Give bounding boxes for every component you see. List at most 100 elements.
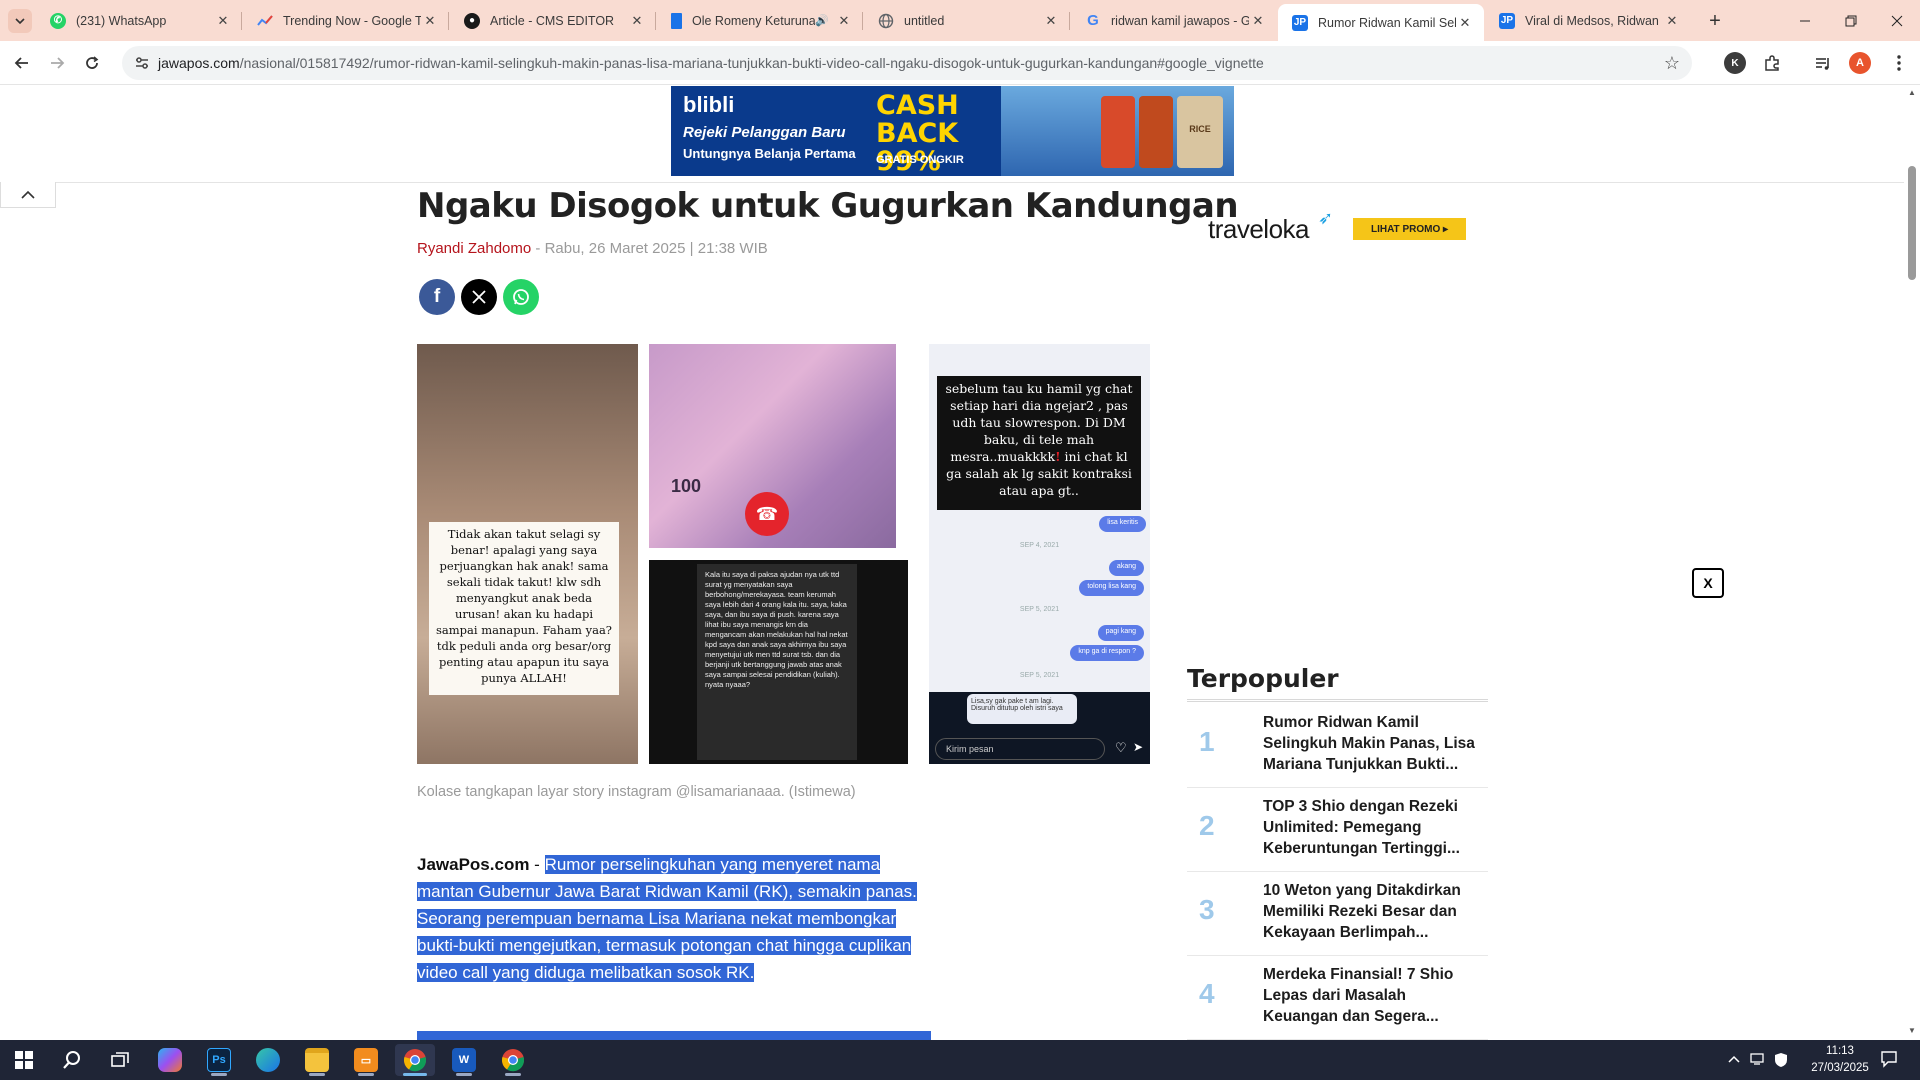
search-button[interactable] [52, 1044, 92, 1076]
tab-google-search[interactable]: G ridwan kamil jawapos - Google Search ✕ [1071, 4, 1277, 37]
traveloka-ad[interactable]: traveloka ➶ LIHAT PROMO ▸ [1185, 206, 1485, 246]
edge-icon [256, 1048, 280, 1072]
extension-k-icon[interactable]: K [1724, 52, 1746, 74]
ad-brand: blibli [683, 92, 735, 117]
word-button[interactable]: W [444, 1044, 484, 1076]
more-menu-icon[interactable] [1888, 52, 1910, 74]
page-scrollbar[interactable]: ▲ ▼ [1904, 86, 1920, 1040]
chat-bubble: tolong lisa kang [1079, 580, 1144, 596]
close-tab-icon[interactable]: ✕ [1042, 13, 1060, 29]
notifications-icon[interactable] [1880, 1050, 1898, 1071]
popular-rank: 4 [1199, 978, 1215, 1009]
google-icon: G [1087, 12, 1099, 29]
media-control-icon[interactable] [1812, 52, 1834, 74]
chat-date: SEP 5, 2021 [1019, 672, 1060, 679]
chat-bubble: pagi kang [1097, 625, 1144, 641]
speaker-icon[interactable]: 🔊 [815, 14, 829, 27]
ad-line2: Untungnya Belanja Pertama [683, 146, 856, 161]
back-button[interactable] [10, 51, 34, 75]
popular-title-link[interactable]: Merdeka Finansial! 7 Shio Lepas dari Mas… [1263, 964, 1479, 1027]
cms-icon: ● [464, 12, 480, 29]
tab-search-button[interactable] [8, 9, 32, 33]
dash: - [529, 855, 545, 874]
chat-date: SEP 4, 2021 [1019, 542, 1060, 549]
forward-button[interactable] [45, 51, 69, 75]
popular-item[interactable]: 3 10 Weton yang Ditakdirkan Memiliki Rez… [1187, 872, 1488, 956]
popular-rank: 1 [1199, 726, 1215, 757]
start-button[interactable] [4, 1044, 44, 1076]
ad-product-box [1139, 96, 1173, 168]
site-info-icon[interactable] [134, 55, 150, 71]
send-icon: ➤ [1133, 740, 1144, 754]
tray-overflow-icon[interactable] [1728, 1052, 1740, 1067]
send-message-field: Kirim pesan [935, 738, 1105, 760]
new-tab-button[interactable]: + [1702, 8, 1728, 34]
ad-line1: Rejeki Pelanggan Baru [683, 124, 846, 141]
photoshop-button[interactable]: Ps [199, 1044, 239, 1076]
scroll-down-icon[interactable]: ▼ [1908, 1026, 1916, 1035]
scroll-up-icon[interactable]: ▲ [1908, 88, 1916, 97]
tab-viral-medsos[interactable]: JP Viral di Medsos, Ridwan Kamil ✕ [1485, 4, 1691, 37]
trends-icon [257, 13, 273, 29]
system-clock[interactable]: 11:13 27/03/2025 [1800, 1043, 1880, 1077]
task-view-button[interactable] [100, 1044, 140, 1076]
close-tab-icon[interactable]: ✕ [1249, 13, 1267, 29]
edge-button[interactable] [248, 1044, 288, 1076]
popular-item[interactable]: 2 TOP 3 Shio dengan Rezeki Unlimited: Pe… [1187, 788, 1488, 872]
popular-item[interactable]: 4 Merdeka Finansial! 7 Shio Lepas dari M… [1187, 956, 1488, 1040]
source-brand: JawaPos.com [417, 855, 530, 874]
url-text[interactable]: jawapos.com/nasional/015817492/rumor-rid… [158, 55, 1264, 71]
bookmark-star-icon[interactable]: ☆ [1664, 53, 1680, 74]
selected-text[interactable]: Rumor perselingkuhan yang menyeret nama … [417, 855, 917, 982]
lihat-promo-button[interactable]: LIHAT PROMO ▸ [1353, 218, 1466, 240]
tab-cms-editor[interactable]: ● Article - CMS EDITOR ✕ [450, 4, 656, 37]
close-ad-button[interactable]: X [1692, 568, 1724, 598]
collage-chat-panel: sebelum tau ku hamil yg chat setiap hari… [929, 344, 1150, 764]
chrome-button[interactable] [395, 1044, 435, 1076]
close-tab-icon[interactable]: ✕ [214, 13, 232, 29]
tab-rumor-ridwan-kamil[interactable]: JP Rumor Ridwan Kamil Selingkuh ✕ [1278, 4, 1484, 41]
author-link[interactable]: Ryandi Zahdomo [417, 240, 531, 257]
reload-button[interactable] [80, 51, 104, 75]
slides-app-button[interactable]: ▭ [346, 1044, 386, 1076]
collage-chat-caption: sebelum tau ku hamil yg chat setiap hari… [937, 376, 1141, 510]
bird-icon: ➶ [1318, 208, 1334, 228]
profile-avatar[interactable]: A [1849, 52, 1871, 74]
tab-whatsapp[interactable]: ✆ (231) WhatsApp ✕ [36, 4, 242, 37]
chrome-profile-button[interactable] [493, 1044, 533, 1076]
popular-title-link[interactable]: Rumor Ridwan Kamil Selingkuh Makin Panas… [1263, 712, 1479, 775]
extensions-puzzle-icon[interactable] [1761, 52, 1783, 74]
back-arrow-icon [14, 57, 28, 69]
share-whatsapp-button[interactable] [503, 279, 539, 315]
collapse-header-button[interactable] [0, 182, 56, 208]
close-tab-icon[interactable]: ✕ [628, 13, 646, 29]
copilot-button[interactable] [150, 1044, 190, 1076]
network-icon[interactable] [1750, 1052, 1766, 1069]
file-explorer-button[interactable] [297, 1044, 337, 1076]
popular-title-link[interactable]: TOP 3 Shio dengan Rezeki Unlimited: Peme… [1263, 796, 1479, 859]
close-tab-icon[interactable]: ✕ [1663, 13, 1681, 29]
close-window-button[interactable] [1874, 0, 1920, 41]
presentation-icon: ▭ [354, 1048, 378, 1072]
close-tab-icon[interactable]: ✕ [421, 13, 439, 29]
popular-item[interactable]: 1 Rumor Ridwan Kamil Selingkuh Makin Pan… [1187, 704, 1488, 788]
minimize-button[interactable] [1782, 0, 1828, 41]
close-tab-icon[interactable]: ✕ [1456, 15, 1474, 31]
globe-icon [878, 13, 894, 29]
tab-ole-romeny[interactable]: Ole Romeny Keturunan 🔊 ✕ [657, 4, 863, 37]
share-facebook-button[interactable]: f [419, 279, 455, 315]
header-divider [56, 182, 1920, 183]
top-banner-ad[interactable]: blibli Rejeki Pelanggan Baru Untungnya B… [671, 86, 1234, 176]
facebook-icon: f [433, 286, 441, 307]
tab-google-trends[interactable]: Trending Now - Google Trends ✕ [243, 4, 449, 37]
popular-title-link[interactable]: 10 Weton yang Ditakdirkan Memiliki Rezek… [1263, 880, 1479, 943]
share-x-button[interactable] [461, 279, 497, 315]
address-bar[interactable]: jawapos.com/nasional/015817492/rumor-rid… [122, 46, 1692, 80]
scrollbar-thumb[interactable] [1908, 166, 1916, 280]
tab-untitled[interactable]: untitled ✕ [864, 4, 1070, 37]
restore-button[interactable] [1828, 0, 1874, 41]
shield-icon[interactable] [1774, 1052, 1788, 1071]
reload-icon [86, 56, 99, 69]
heart-icon: ♡ [1115, 740, 1127, 755]
close-tab-icon[interactable]: ✕ [835, 13, 853, 29]
